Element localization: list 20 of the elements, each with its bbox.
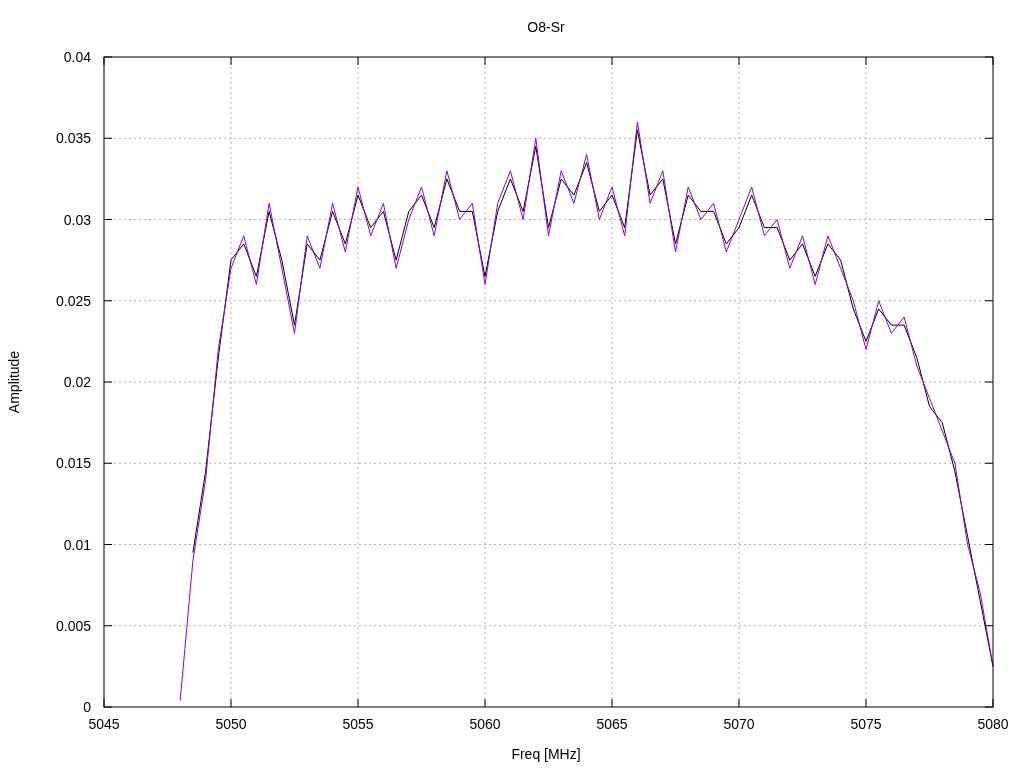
y-tick-label: 0.02 bbox=[63, 374, 91, 390]
y-axis-title: Amplitude bbox=[6, 350, 22, 414]
x-tick-label: 5075 bbox=[850, 716, 882, 732]
x-tick-label: 5065 bbox=[596, 716, 628, 732]
y-tick-label: 0.04 bbox=[63, 49, 91, 65]
y-tick-label: 0.01 bbox=[63, 536, 91, 553]
y-tick-label: 0.005 bbox=[55, 617, 91, 634]
x-tick-label: 5060 bbox=[469, 716, 501, 732]
x-tick-label: 5055 bbox=[342, 716, 374, 732]
x-tick-label: 5070 bbox=[723, 716, 755, 732]
x-axis-title: Freq [MHz] bbox=[511, 746, 581, 762]
y-tick-label: 0.025 bbox=[55, 292, 91, 309]
x-tick-label: 5045 bbox=[88, 716, 120, 732]
chart-title: O8-Sr bbox=[527, 19, 565, 35]
y-tick-label: 0.015 bbox=[55, 455, 91, 472]
x-tick-label: 5080 bbox=[977, 716, 1009, 732]
y-tick-label: 0 bbox=[83, 699, 91, 715]
y-tick-label: 0.03 bbox=[63, 211, 91, 228]
y-tick-label: 0.035 bbox=[55, 130, 91, 147]
x-tick-label: 5050 bbox=[215, 716, 247, 732]
